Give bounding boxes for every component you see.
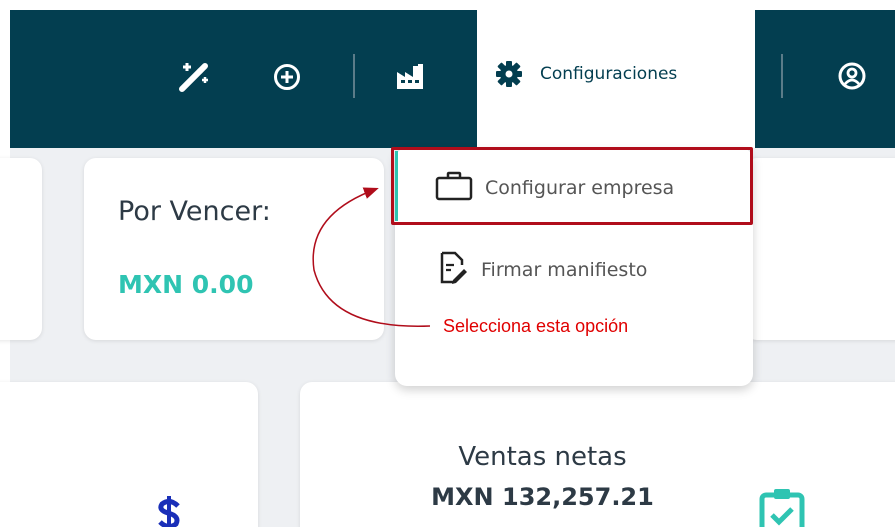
firmar-manifiesto-label: Firmar manifiesto	[481, 259, 648, 281]
top-navbar	[10, 10, 895, 148]
partial-card-right	[745, 158, 895, 340]
por-vencer-title: Por Vencer:	[118, 196, 271, 227]
add-circle-icon[interactable]	[270, 60, 304, 94]
nav-separator	[781, 54, 783, 98]
por-vencer-card: Por Vencer: MXN 0.00	[84, 158, 384, 340]
clipboard-check-icon	[758, 487, 806, 527]
sign-document-icon	[439, 251, 469, 290]
income-card	[0, 382, 258, 527]
highlight-annotation-box	[391, 147, 753, 225]
menu-item-firmar-manifiesto[interactable]: Firmar manifiesto	[439, 250, 647, 290]
ventas-netas-title: Ventas netas	[458, 442, 627, 472]
ventas-netas-value: MXN 132,257.21	[431, 483, 654, 511]
dollar-icon	[150, 494, 190, 527]
configuraciones-menu-tab[interactable]: Configuraciones	[477, 0, 755, 148]
annotation-text: Selecciona esta opción	[443, 316, 629, 336]
user-account-icon[interactable]	[835, 59, 869, 93]
factory-icon[interactable]	[393, 58, 429, 94]
configuraciones-label: Configuraciones	[540, 64, 678, 84]
magic-wand-icon[interactable]	[177, 58, 213, 94]
nav-separator	[353, 54, 355, 98]
gear-icon	[492, 57, 526, 91]
ventas-netas-card: Ventas netas MXN 132,257.21	[300, 382, 895, 527]
por-vencer-value: MXN 0.00	[118, 270, 254, 299]
partial-card-left	[0, 158, 42, 340]
